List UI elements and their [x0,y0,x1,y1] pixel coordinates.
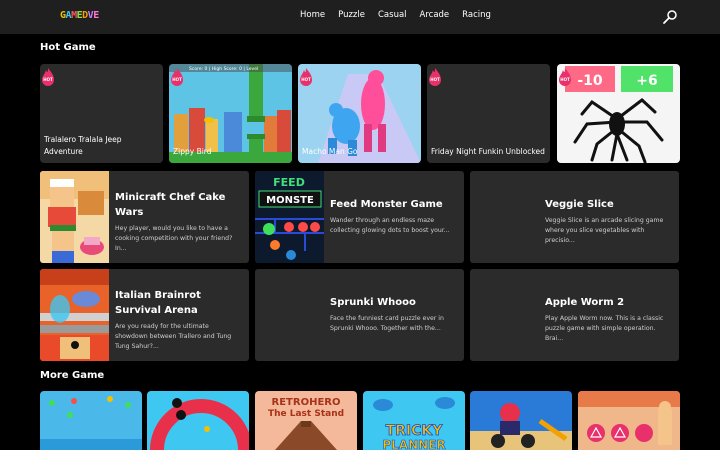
more-game-card[interactable] [147,391,249,450]
game-thumbnail [578,391,680,450]
game-title: Italian Brainrot Survival Arena [115,290,201,316]
game-title: Zippy Bird [173,147,212,156]
top-header: G A M E D V E Home Puzzle Casual Arcade … [0,0,720,34]
game-thumbnail [147,391,249,450]
svg-text:HOT: HOT [172,77,182,82]
game-title: Sprunki Whooo [330,297,416,308]
svg-text:HOT: HOT [43,77,53,82]
svg-text:FEED: FEED [273,176,305,189]
svg-text:HOT: HOT [430,77,440,82]
nav-arcade[interactable]: Arcade [420,10,450,20]
game-thumbnail: RETROHERO The Last Stand [255,391,357,450]
main-nav: Home Puzzle Casual Arcade Racing [300,10,491,20]
hot-badge-icon: HOT [42,68,54,86]
game-title: Tralalero Tralala Jeep Adventure [44,135,122,156]
game-title: Apple Worm 2 [545,297,625,308]
game-description: Are you ready for the ultimate showdown … [115,323,232,350]
nav-puzzle[interactable]: Puzzle [338,10,365,20]
feed-monster-thumbnail: FEED MONSTE [255,171,324,263]
more-game-card[interactable] [470,391,572,450]
game-title: Minicraft Chef Cake Wars [115,192,226,218]
featured-game-card[interactable]: Apple Worm 2 Play Apple Worm now. This i… [470,269,679,361]
svg-text:MONSTE: MONSTE [266,195,314,206]
hot-badge-icon: HOT [171,68,183,86]
more-game-card[interactable] [578,391,680,450]
svg-text:Score: 0 | High Score: 0 | Lev: Score: 0 | High Score: 0 | Level [189,66,258,72]
featured-game-card[interactable]: Minicraft Chef Cake Wars Hey player, wou… [40,171,249,263]
game-description: Face the funniest card puzzle ever in Sp… [330,315,444,332]
svg-text:HOT: HOT [301,77,311,82]
hot-game-card[interactable]: -10 +6 HOT [557,64,680,163]
hot-badge-icon: HOT [559,68,571,86]
svg-text:RETROHERO: RETROHERO [272,397,341,408]
hot-game-heading: Hot Game [40,42,96,53]
logo-letter: E [93,10,99,21]
hot-badge-icon: HOT [300,68,312,86]
italian-brainrot-thumbnail [40,269,109,361]
featured-game-card[interactable]: Veggie Slice Veggie Slice is an arcade s… [470,171,679,263]
hot-game-card[interactable]: HOT Friday Night Funkin Unblocked [427,64,550,163]
game-thumbnail [470,391,572,450]
svg-text:+6: +6 [636,73,657,89]
game-description: Wander through an endless maze collectin… [330,217,450,234]
more-game-card[interactable]: RETROHERO The Last Stand [255,391,357,450]
hot-game-card[interactable]: HOT Macho Man Go [298,64,421,163]
featured-game-card[interactable]: Sprunki Whooo Face the funniest card puz… [255,269,464,361]
hot-badge-icon: HOT [429,68,441,86]
nav-casual[interactable]: Casual [378,10,407,20]
svg-text:-10: -10 [577,73,603,89]
nav-home[interactable]: Home [300,10,325,20]
game-title: Friday Night Funkin Unblocked [431,147,545,156]
minicraft-chef-thumbnail [40,171,109,263]
game-description: Hey player, would you like to have a coo… [115,225,233,252]
game-description: Play Apple Worm now. This is a classic p… [545,315,664,342]
search-icon[interactable] [662,9,678,25]
svg-text:TRICKY: TRICKY [386,423,444,439]
game-thumbnail: TRICKY PLANNER [363,391,465,450]
featured-game-card[interactable]: Italian Brainrot Survival Arena Are you … [40,269,249,361]
more-game-card[interactable]: TRICKY PLANNER [363,391,465,450]
game-title: Veggie Slice [545,199,614,210]
svg-text:PLANNER: PLANNER [382,438,445,450]
hot-game-card[interactable]: HOT Tralalero Tralala Jeep Adventure [40,64,163,163]
spider-gates-thumbnail: -10 +6 [557,64,680,163]
hot-game-card[interactable]: Score: 0 | High Score: 0 | Level HOT Zip… [169,64,292,163]
svg-text:HOT: HOT [560,77,570,82]
featured-game-card[interactable]: FEED MONSTE Feed Monster Game Wander thr… [255,171,464,263]
game-title: Macho Man Go [302,147,358,156]
game-thumbnail [40,391,142,450]
more-game-heading: More Game [40,370,105,381]
game-title: Feed Monster Game [330,199,443,210]
svg-text:The Last Stand: The Last Stand [268,409,344,419]
game-description: Veggie Slice is an arcade slicing game w… [545,217,664,244]
nav-racing[interactable]: Racing [462,10,491,20]
site-logo[interactable]: G A M E D V E [60,10,99,21]
more-game-card[interactable] [40,391,142,450]
